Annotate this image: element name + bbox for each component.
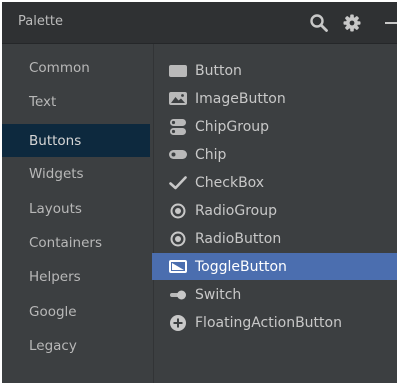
category-list: Common Text Buttons Widgets Layouts Cont… [2,51,154,383]
minimize-icon[interactable] [382,12,397,34]
category-label: Helpers [29,268,81,285]
category-label: Common [29,59,90,76]
component-label: ToggleButton [195,258,287,275]
component-radiobutton[interactable]: RadioButton [154,225,397,252]
switch-icon [167,286,189,304]
category-containers[interactable]: Containers [2,226,150,259]
category-label: Buttons [29,132,82,149]
category-label: Layouts [29,200,82,217]
component-checkbox[interactable]: CheckBox [154,169,397,196]
toggle-button-icon [167,258,189,276]
component-label: ChipGroup [195,118,270,135]
checkmark-icon [167,174,189,192]
component-label: RadioButton [195,230,282,247]
category-label: Containers [29,234,103,251]
component-togglebutton[interactable]: ToggleButton [152,253,397,280]
component-chipgroup[interactable]: ChipGroup [154,113,397,140]
category-label: Legacy [29,337,77,354]
component-label: ImageButton [195,90,286,107]
component-label: FloatingActionButton [195,314,342,331]
category-layouts[interactable]: Layouts [2,192,150,225]
image-button-icon [167,90,189,108]
category-text[interactable]: Text [2,85,150,118]
gear-icon[interactable] [341,12,363,34]
component-switch[interactable]: Switch [154,281,397,308]
component-label: CheckBox [195,174,265,191]
component-imagebutton[interactable]: ImageButton [154,85,397,112]
component-floatingactionbutton[interactable]: FloatingActionButton [154,309,397,336]
category-label: Google [29,303,77,320]
category-label: Widgets [29,165,84,182]
chip-group-icon [167,118,189,136]
radio-group-icon [167,202,189,220]
component-list: Button ImageButton ChipGroup Chip CheckB… [152,55,397,355]
search-icon[interactable] [308,12,330,34]
category-widgets[interactable]: Widgets [2,157,150,190]
component-radiogroup[interactable]: RadioGroup [154,197,397,224]
component-label: Button [195,62,242,79]
floating-action-button-icon [167,314,189,332]
component-label: RadioGroup [195,202,277,219]
category-helpers[interactable]: Helpers [2,260,150,293]
category-common[interactable]: Common [2,51,150,84]
category-label: Text [29,93,57,110]
button-icon [167,62,189,80]
category-buttons[interactable]: Buttons [2,124,150,157]
component-button[interactable]: Button [154,57,397,84]
radio-button-icon [167,230,189,248]
palette-title: Palette [18,14,64,29]
palette-header: Palette [2,2,397,44]
component-chip[interactable]: Chip [154,141,397,168]
palette-panel: Palette Common Text Buttons Widgets Layo… [2,2,397,383]
category-google[interactable]: Google [2,295,150,328]
chip-icon [167,146,189,164]
component-label: Chip [195,146,227,163]
component-label: Switch [195,286,242,303]
category-legacy[interactable]: Legacy [2,329,150,362]
